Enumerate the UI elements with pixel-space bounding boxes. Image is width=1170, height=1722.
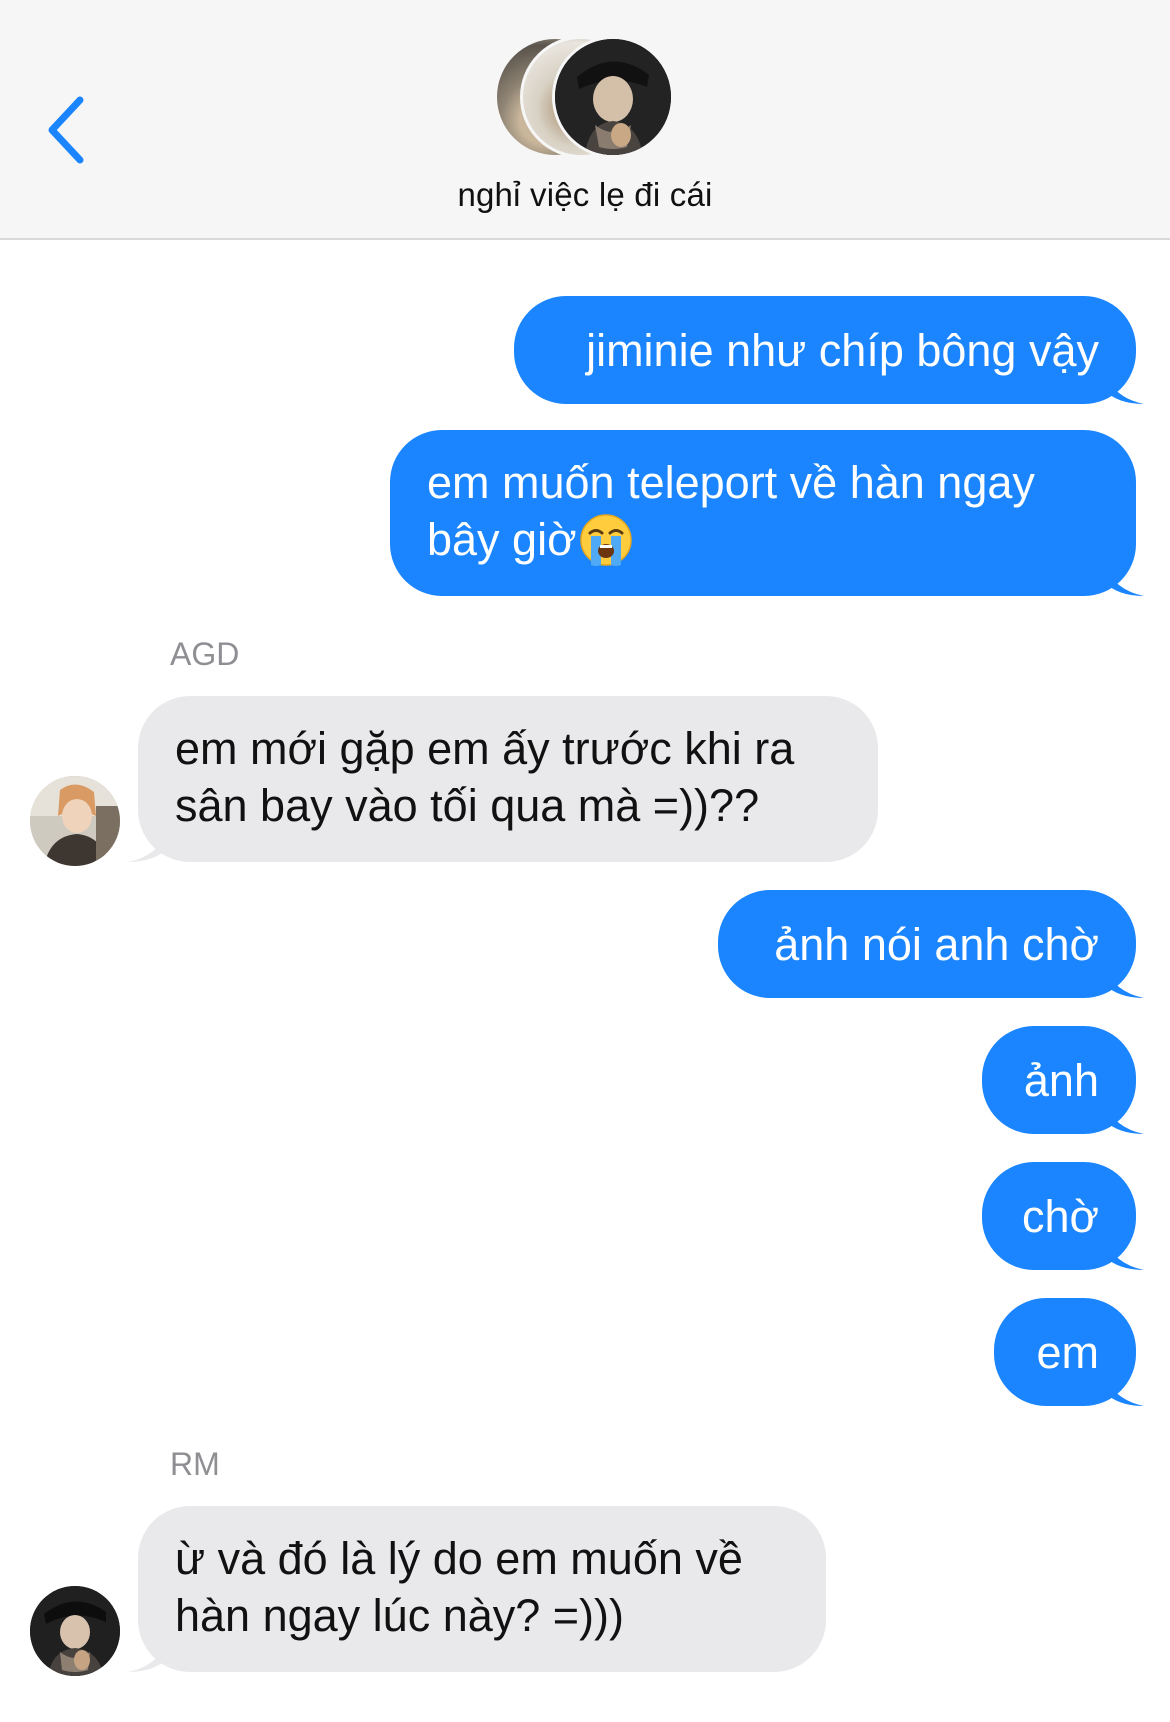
message-text: ừ và đó là lý do em muốn về hàn ngay lúc… bbox=[175, 1530, 743, 1644]
group-avatar-stack[interactable] bbox=[494, 36, 684, 164]
incoming-message-bubble[interactable]: ừ và đó là lý do em muốn về hàn ngay lúc… bbox=[138, 1506, 826, 1672]
message-line: hàn ngay lúc này? =))) bbox=[175, 1590, 625, 1641]
outgoing-bubble-tail bbox=[1104, 1238, 1144, 1270]
outgoing-bubble-tail bbox=[1104, 1102, 1144, 1134]
outgoing-bubble-tail bbox=[1104, 372, 1144, 404]
incoming-message-bubble[interactable]: em mới gặp em ấy trước khi ra sân bay và… bbox=[138, 696, 878, 862]
message-line: sân bay vào tối qua mà =))?? bbox=[175, 780, 760, 831]
incoming-bubble-tail bbox=[128, 1640, 168, 1672]
chevron-left-icon bbox=[48, 96, 84, 164]
outgoing-bubble-tail bbox=[1104, 564, 1144, 596]
chat-title[interactable]: nghỉ việc lẹ đi cái bbox=[0, 176, 1170, 214]
message-text: jiminie như chíp bông vậy bbox=[586, 324, 1099, 376]
group-avatar-member-3 bbox=[552, 36, 674, 158]
chat-screen: nghỉ việc lẹ đi cái jiminie như chíp bôn… bbox=[0, 0, 1170, 1722]
message-line: em mới gặp em ấy trước khi ra bbox=[175, 723, 795, 774]
chat-header: nghỉ việc lẹ đi cái bbox=[0, 0, 1170, 240]
outgoing-message-bubble[interactable]: ảnh nói anh chờ bbox=[718, 890, 1136, 998]
message-text: em muốn teleport về hàn ngay bây giờ bbox=[427, 454, 1035, 568]
avatar[interactable] bbox=[30, 1586, 120, 1676]
message-text: chờ bbox=[1021, 1190, 1099, 1242]
message-text: ảnh nói anh chờ bbox=[774, 918, 1099, 970]
message-text: em bbox=[1036, 1326, 1099, 1378]
message-line: em muốn teleport về hàn ngay bbox=[427, 457, 1035, 508]
outgoing-bubble-tail bbox=[1104, 966, 1144, 998]
incoming-bubble-tail bbox=[128, 830, 168, 862]
message-text: em mới gặp em ấy trước khi ra sân bay và… bbox=[175, 720, 794, 834]
crying-face-icon bbox=[579, 513, 632, 566]
message-text: ảnh bbox=[1023, 1054, 1099, 1106]
message-line: ừ và đó là lý do em muốn về bbox=[175, 1533, 743, 1584]
message-line: bây giờ bbox=[427, 511, 1035, 568]
sender-name: AGD bbox=[170, 636, 240, 672]
avatar[interactable] bbox=[30, 776, 120, 866]
message-line-text: bây giờ bbox=[427, 514, 577, 565]
outgoing-message-bubble[interactable]: em muốn teleport về hàn ngay bây giờ bbox=[390, 430, 1136, 596]
sender-name: RM bbox=[170, 1446, 220, 1482]
back-button[interactable] bbox=[44, 96, 94, 166]
outgoing-message-bubble[interactable]: jiminie như chíp bông vậy bbox=[514, 296, 1136, 404]
outgoing-bubble-tail bbox=[1104, 1374, 1144, 1406]
